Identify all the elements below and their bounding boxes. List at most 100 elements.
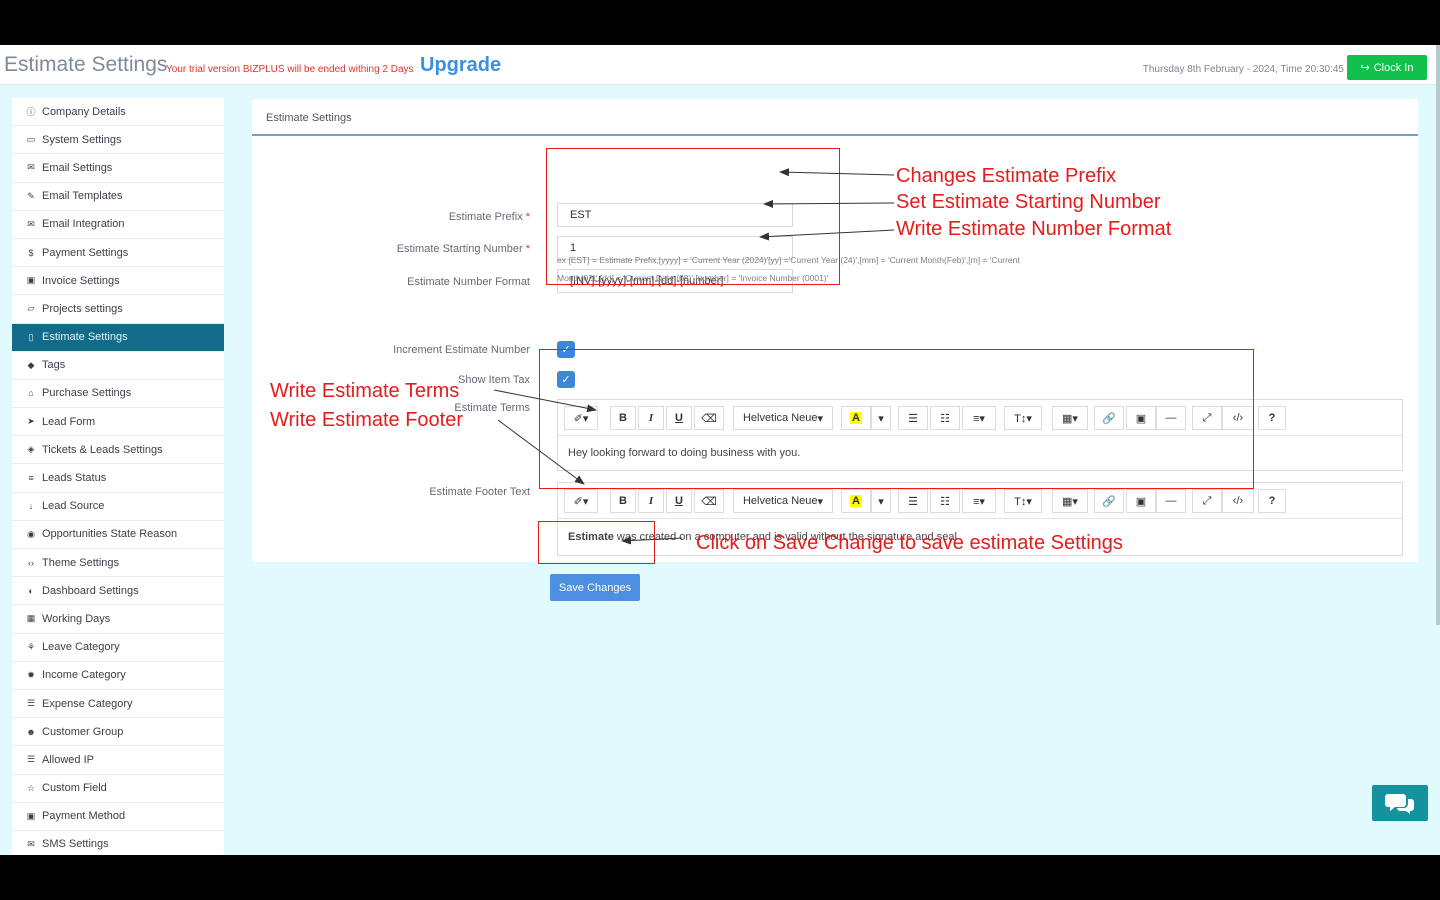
text-color-letter: A [850, 495, 862, 507]
sidebar-item-label: Email Templates [42, 190, 123, 203]
sidebar-item-expense-category[interactable]: ☰ Expense Category [12, 690, 224, 719]
sidebar-item-system-settings[interactable]: ▭ System Settings [12, 126, 224, 155]
fullscreen-button[interactable]: ⤢ [1192, 489, 1222, 513]
increment-estimate-number-label: Increment Estimate Number [393, 344, 530, 356]
lock-icon: ⌂ [28, 388, 34, 399]
sidebar-item-label: Allowed IP [42, 753, 94, 766]
sidebar-item-lead-source[interactable]: ↓ Lead Source [12, 493, 224, 521]
sidebar-item-allowed-ip[interactable]: ☰ Allowed IP [12, 746, 224, 775]
help-button[interactable]: ? [1258, 406, 1286, 430]
leave-icon: ⚘ [26, 641, 36, 652]
edit-icon: ✎ [27, 190, 35, 201]
bold-label: B [619, 495, 627, 507]
font-family-label: Helvetica Neue [742, 495, 818, 507]
chat-button[interactable] [1372, 785, 1428, 821]
sidebar-item-label: Theme Settings [42, 556, 120, 569]
clock-in-label: Clock In [1373, 61, 1414, 74]
picture-button[interactable]: ▣ [1126, 489, 1156, 513]
sidebar-item-leads-status[interactable]: ≡ Leads Status [12, 464, 224, 493]
sidebar-item-tags[interactable]: ◆ Tags [12, 352, 224, 380]
sidebar-item-label: Expense Category [42, 697, 133, 710]
code-view-button[interactable]: ‹/› [1222, 489, 1254, 513]
sign-in-icon: ↪ [1360, 62, 1370, 74]
help-label: ? [1268, 412, 1276, 424]
sidebar-item-label: Email Settings [42, 161, 113, 174]
sidebar-item-dashboard-settings[interactable]: ◐ Dashboard Settings [12, 577, 224, 606]
sidebar-item-income-category[interactable]: ✹ Income Category [12, 662, 224, 690]
sidebar-item-email-integration[interactable]: ✉ Email Integration [12, 211, 224, 239]
ticket-icon: ◈ [27, 444, 35, 455]
upgrade-link[interactable]: Upgrade [420, 54, 501, 77]
sidebar-item-email-templates[interactable]: ✎ Email Templates [12, 183, 224, 211]
terms-annotation: Write Estimate Terms [270, 380, 460, 402]
sidebar-item-estimate-settings[interactable]: ▯ Estimate Settings [12, 323, 224, 352]
sidebar-item-label: Customer Group [42, 725, 124, 738]
format-fields-highlight-box [546, 148, 840, 285]
editors-highlight-box [539, 349, 1254, 489]
save-button-highlight-box [538, 521, 655, 564]
sidebar-item-opportunities-state-reason[interactable]: ◉ Opportunities State Reason [12, 521, 224, 549]
sidebar-item-email-settings[interactable]: ✉ Email Settings [12, 154, 224, 183]
link-button[interactable]: 🔗 [1094, 489, 1124, 513]
list-icon: ≡ [28, 473, 34, 484]
bold-button[interactable]: B [610, 489, 636, 513]
arrow-down-icon: ↓ [28, 501, 34, 512]
dollar-icon: $ [28, 247, 34, 258]
help-label: ? [1268, 495, 1276, 507]
help-button[interactable]: ? [1258, 489, 1286, 513]
style-dropdown-button[interactable]: ✐▾ [564, 489, 598, 513]
underline-button[interactable]: U [666, 489, 692, 513]
text-color-caret[interactable]: ▾ [871, 489, 891, 513]
sidebar-item-theme-settings[interactable]: ‹› Theme Settings [12, 549, 224, 578]
tasks-icon: ☰ [26, 698, 36, 709]
sidebar-item-company-details[interactable]: ⓘ Company Details [12, 98, 224, 127]
sidebar-item-tickets-leads-settings[interactable]: ◈ Tickets & Leads Settings [12, 436, 224, 465]
italic-button[interactable]: I [638, 489, 664, 513]
bullet-list-button[interactable]: ☰ [898, 489, 928, 513]
sidebar-item-payment-settings[interactable]: $ Payment Settings [12, 239, 224, 268]
page-scrollbar[interactable] [1436, 45, 1440, 625]
font-family-dropdown[interactable]: Helvetica Neue ▾ [733, 489, 833, 513]
sidebar-item-label: Leave Category [42, 641, 120, 654]
sidebar-item-invoice-settings[interactable]: ▣ Invoice Settings [12, 267, 224, 296]
panel-title: Estimate Settings [266, 112, 352, 124]
table-dropdown-button[interactable]: ▦▾ [1052, 489, 1088, 513]
estimate-prefix-label: Estimate Prefix * [448, 211, 530, 223]
sidebar-item-customer-group[interactable]: ☻ Customer Group [12, 718, 224, 747]
sidebar-item-label: Lead Source [42, 500, 105, 513]
top-bar: Estimate Settings Your trial version BIZ… [0, 45, 1440, 85]
number-format-annotation: Write Estimate Number Format [896, 218, 1172, 240]
sidebar-item-purchase-settings[interactable]: ⌂ Purchase Settings [12, 380, 224, 409]
horizontal-rule-button[interactable]: — [1156, 489, 1186, 513]
estimate-number-format-label: Estimate Number Format [407, 276, 530, 288]
sidebar-item-leave-category[interactable]: ⚘ Leave Category [12, 634, 224, 662]
sidebar-item-label: Income Category [42, 669, 126, 682]
eraser-button[interactable]: ⌫ [694, 489, 724, 513]
align-dropdown-button[interactable]: ≡▾ [962, 489, 996, 513]
clock-in-button[interactable]: ↪ Clock In [1347, 55, 1427, 80]
save-changes-button[interactable]: Save Changes [550, 574, 640, 601]
sidebar-item-label: Tags [42, 359, 66, 372]
trial-notice: Your trial version BIZPLUS will be ended… [166, 64, 414, 75]
code-icon: ‹› [28, 557, 34, 568]
text-size-dropdown-button[interactable]: T↕▾ [1004, 489, 1042, 513]
save-annotation: Click on Save Change to save estimate Se… [696, 532, 1123, 554]
money-icon: ▣ [26, 275, 36, 286]
sidebar-item-payment-method[interactable]: ▣ Payment Method [12, 803, 224, 831]
calendar-icon: ▦ [26, 613, 36, 624]
chat-bubbles-icon [1385, 794, 1414, 814]
sidebar-item-working-days[interactable]: ▦ Working Days [12, 605, 224, 634]
estimate-starting-number-label: Estimate Starting Number * [396, 243, 530, 255]
numbered-list-button[interactable]: ☷ [930, 489, 960, 513]
desktop-icon: ▭ [26, 134, 36, 145]
sidebar-item-custom-field[interactable]: ☆ Custom Field [12, 775, 224, 803]
sidebar-item-lead-form[interactable]: ➤ Lead Form [12, 408, 224, 437]
sidebar-item-label: System Settings [42, 133, 122, 146]
sidebar-item-sms-settings[interactable]: ✉ SMS Settings [12, 831, 224, 855]
underline-label: U [675, 495, 683, 507]
server-icon: ☰ [26, 754, 36, 765]
envelope-icon: ✉ [27, 838, 35, 849]
sidebar-item-projects-settings[interactable]: ▱ Projects settings [12, 295, 224, 324]
users-icon: ☻ [26, 726, 36, 737]
text-color-button[interactable]: A [841, 489, 871, 513]
